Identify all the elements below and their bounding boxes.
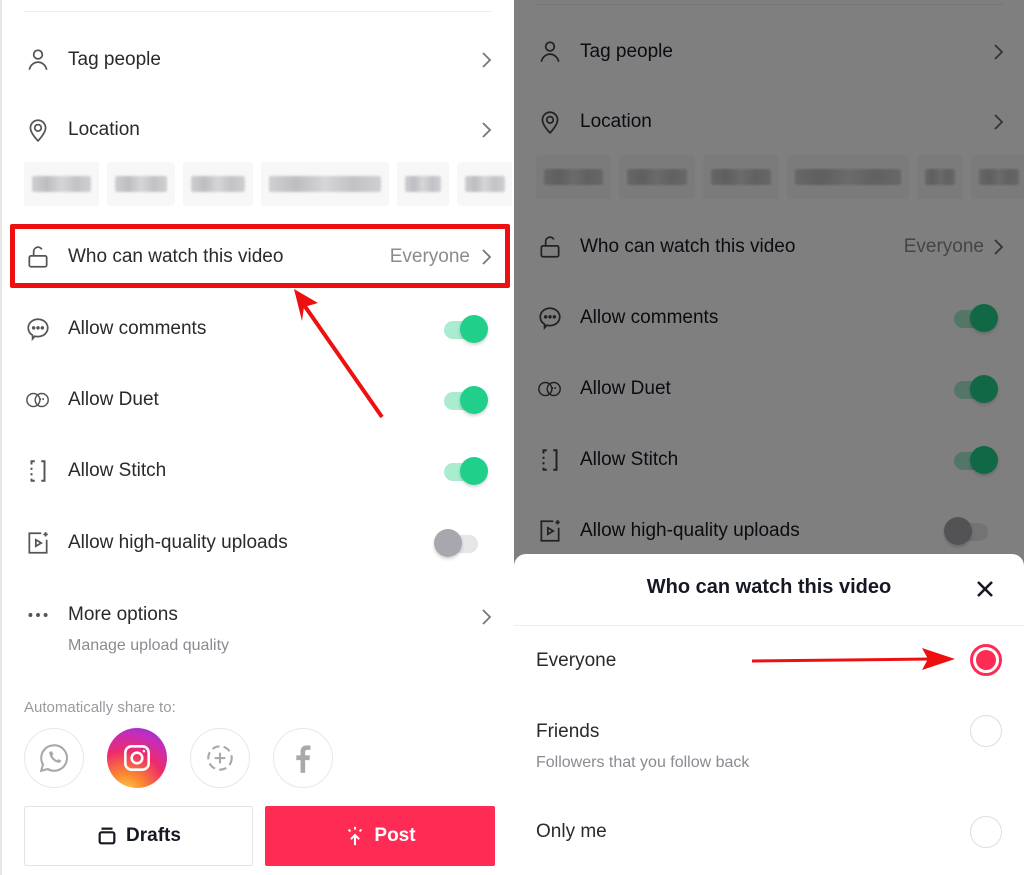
upload-settings-panel: Tag people Location Who can watch this v… bbox=[0, 0, 512, 875]
tag-people-label: Tag people bbox=[68, 49, 161, 70]
chevron-right-icon bbox=[482, 122, 492, 138]
post-sparkle-icon bbox=[348, 826, 363, 846]
allow-comments-toggle[interactable] bbox=[444, 314, 488, 344]
option-everyone-radio[interactable] bbox=[970, 644, 1002, 676]
person-icon bbox=[24, 46, 52, 74]
drafts-icon bbox=[98, 827, 116, 845]
tag-people-row[interactable]: Tag people bbox=[2, 35, 512, 85]
option-only-me-radio[interactable] bbox=[970, 816, 1002, 848]
toggle-knob bbox=[434, 529, 462, 557]
option-friends-radio[interactable] bbox=[970, 715, 1002, 747]
toggle-knob bbox=[460, 386, 488, 414]
drafts-button[interactable]: Drafts bbox=[24, 806, 253, 866]
comment-icon bbox=[24, 315, 52, 343]
toggle-knob bbox=[460, 315, 488, 343]
location-pin-icon bbox=[24, 116, 52, 144]
option-friends-label: Friends bbox=[536, 721, 600, 742]
divider bbox=[514, 625, 1024, 626]
hq-video-icon bbox=[24, 529, 52, 557]
allow-duet-label: Allow Duet bbox=[68, 389, 159, 410]
location-row[interactable]: Location bbox=[2, 105, 512, 155]
annotation-highlight-box bbox=[10, 224, 510, 288]
share-targets bbox=[24, 728, 333, 788]
close-icon[interactable] bbox=[974, 578, 996, 600]
chevron-right-icon bbox=[482, 609, 492, 625]
location-tag[interactable] bbox=[397, 162, 449, 206]
whatsapp-icon bbox=[39, 744, 69, 773]
location-tag[interactable] bbox=[457, 162, 512, 206]
more-dots-icon bbox=[24, 601, 52, 629]
instagram-icon bbox=[124, 745, 150, 771]
blurred-text bbox=[32, 176, 91, 192]
option-only-me-label: Only me bbox=[536, 821, 607, 842]
location-tag[interactable] bbox=[107, 162, 175, 206]
location-label: Location bbox=[68, 119, 140, 140]
stitch-icon bbox=[24, 457, 52, 485]
location-tag[interactable] bbox=[24, 162, 99, 206]
add-story-icon bbox=[207, 745, 233, 771]
toggle-knob bbox=[460, 457, 488, 485]
more-options-row[interactable]: More options bbox=[2, 590, 512, 640]
blurred-text bbox=[191, 176, 245, 192]
who-can-watch-sheet: Who can watch this video Everyone Friend… bbox=[514, 554, 1024, 875]
share-whatsapp-button[interactable] bbox=[24, 728, 84, 788]
privacy-sheet-panel: Tag people Location Who can watch this v… bbox=[514, 0, 1024, 875]
allow-comments-label: Allow comments bbox=[68, 318, 207, 339]
post-button[interactable]: Post bbox=[265, 806, 495, 866]
blurred-text bbox=[465, 176, 505, 192]
allow-comments-row: Allow comments bbox=[2, 304, 512, 354]
allow-duet-row: Allow Duet bbox=[2, 375, 512, 425]
share-facebook-button[interactable] bbox=[273, 728, 333, 788]
allow-hq-uploads-label: Allow high-quality uploads bbox=[68, 532, 288, 553]
chevron-right-icon bbox=[482, 52, 492, 68]
more-options-label: More options bbox=[68, 604, 178, 625]
drafts-label: Drafts bbox=[126, 825, 181, 846]
allow-stitch-toggle[interactable] bbox=[444, 456, 488, 486]
post-label: Post bbox=[374, 825, 416, 846]
blurred-text bbox=[269, 176, 381, 192]
duet-icon bbox=[24, 386, 52, 414]
divider bbox=[24, 11, 492, 12]
annotation-arrow bbox=[751, 648, 955, 670]
share-instagram-button[interactable] bbox=[107, 728, 167, 788]
allow-stitch-label: Allow Stitch bbox=[68, 460, 167, 481]
allow-hq-uploads-toggle[interactable] bbox=[434, 528, 478, 558]
more-options-sublabel: Manage upload quality bbox=[68, 637, 230, 654]
facebook-icon bbox=[296, 745, 311, 773]
location-tag[interactable] bbox=[183, 162, 253, 206]
location-suggestions bbox=[24, 162, 512, 206]
sheet-title: Who can watch this video bbox=[646, 576, 892, 598]
blurred-text bbox=[405, 176, 441, 192]
allow-duet-toggle[interactable] bbox=[444, 385, 488, 415]
blurred-text bbox=[115, 176, 167, 192]
option-everyone-label: Everyone bbox=[536, 650, 617, 671]
share-label: Automatically share to: bbox=[24, 699, 176, 716]
location-tag[interactable] bbox=[261, 162, 389, 206]
option-friends-sublabel: Followers that you follow back bbox=[536, 754, 750, 771]
allow-hq-uploads-row: Allow high-quality uploads bbox=[2, 518, 512, 568]
allow-stitch-row: Allow Stitch bbox=[2, 446, 512, 496]
share-add-story-button[interactable] bbox=[190, 728, 250, 788]
